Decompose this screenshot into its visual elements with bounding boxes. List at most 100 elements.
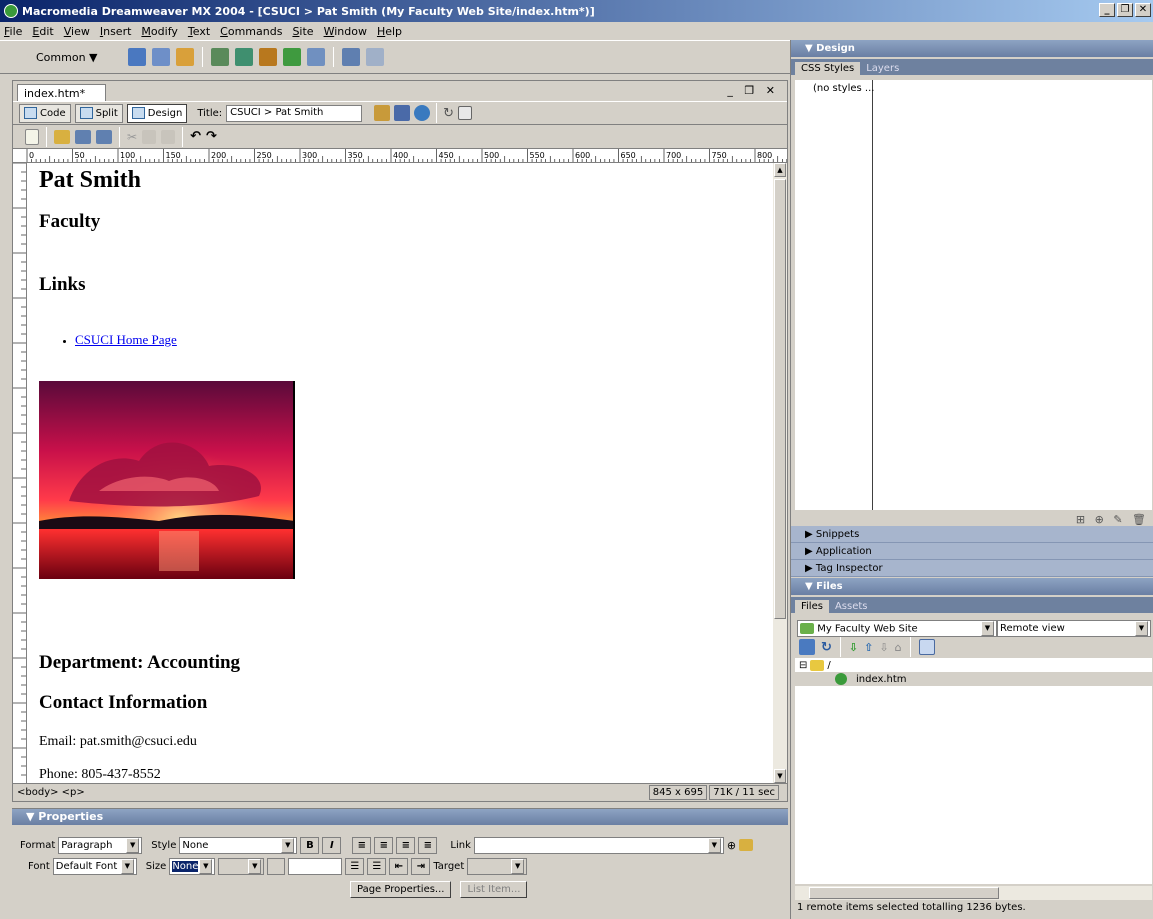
menu-site[interactable]: Site	[292, 25, 313, 38]
save-all-icon[interactable]	[96, 129, 112, 144]
align-right-button[interactable]: ≡	[396, 836, 416, 854]
menu-commands[interactable]: Commands	[220, 25, 282, 38]
preview-in-browser-icon[interactable]	[414, 105, 431, 121]
size-unit-select[interactable]: ▼	[218, 857, 265, 875]
menu-edit[interactable]: Edit	[32, 25, 53, 38]
text-color-button[interactable]	[267, 857, 286, 875]
tab-layers[interactable]: Layers	[860, 62, 905, 75]
close-button[interactable]: ✕	[1135, 3, 1151, 17]
file-tree[interactable]: ⊟ / index.htm	[795, 658, 1152, 884]
connect-icon[interactable]	[799, 639, 815, 655]
page-properties-button[interactable]: Page Properties...	[350, 880, 452, 898]
tab-css-styles[interactable]: CSS Styles	[795, 62, 861, 75]
canvas-vertical-scrollbar[interactable]: ▲ ▼	[773, 163, 787, 783]
indent-button[interactable]: ⇥	[411, 857, 431, 875]
document-tab[interactable]: index.htm*	[17, 84, 107, 101]
open-folder-icon[interactable]	[54, 129, 70, 144]
tab-assets[interactable]: Assets	[829, 600, 874, 613]
date-icon[interactable]	[306, 48, 325, 66]
scroll-down-arrow[interactable]: ▼	[774, 769, 786, 783]
tree-root-row[interactable]: ⊟ /	[795, 658, 1152, 672]
menu-modify[interactable]: Modify	[141, 25, 177, 38]
files-panel-header[interactable]: ▼ Files	[791, 578, 1153, 595]
named-anchor-icon[interactable]	[175, 48, 194, 66]
media-icon[interactable]	[282, 48, 301, 66]
images-icon[interactable]	[258, 48, 277, 66]
menu-window[interactable]: Window	[324, 25, 367, 38]
redo-icon[interactable]: ↷	[206, 129, 217, 144]
design-panel-header[interactable]: ▼ Design	[791, 40, 1153, 57]
code-view-button[interactable]: Code	[19, 103, 71, 123]
list-item-button[interactable]: List Item...	[460, 880, 528, 898]
tag-chooser-icon[interactable]	[365, 48, 384, 66]
design-canvas[interactable]: Pat Smith Faculty Links CSUCI Home Page	[27, 163, 773, 783]
italic-button[interactable]: I	[322, 836, 342, 854]
check-in-icon[interactable]: ⌂	[895, 641, 902, 654]
file-management-icon[interactable]	[394, 105, 411, 121]
css-panel-icons[interactable]: ⊞ ⊕ ✎ 🗑	[1076, 513, 1149, 526]
application-panel-header[interactable]: ▶ Application	[791, 543, 1153, 560]
links-heading[interactable]: Links	[39, 274, 85, 296]
menu-file[interactable]: File	[4, 25, 22, 38]
text-color-input[interactable]	[288, 857, 343, 875]
scroll-up-arrow[interactable]: ▲	[774, 163, 786, 177]
csuci-home-link[interactable]: CSUCI Home Page	[75, 332, 177, 347]
split-view-button[interactable]: Split	[74, 103, 123, 123]
phone-text[interactable]: Phone: 805-437-8552	[39, 767, 161, 783]
view-options-icon[interactable]	[458, 106, 473, 120]
link-input[interactable]: ▼	[473, 836, 724, 854]
snippets-panel-header[interactable]: ▶ Snippets	[791, 526, 1153, 543]
sunset-photo[interactable]	[39, 381, 295, 579]
files-horizontal-scrollbar[interactable]	[795, 886, 1152, 900]
target-select[interactable]: ▼	[467, 857, 528, 875]
scroll-thumb[interactable]	[774, 179, 786, 619]
minimize-button[interactable]: _	[1099, 3, 1115, 17]
align-center-button[interactable]: ≡	[374, 836, 394, 854]
table-icon[interactable]	[210, 48, 229, 66]
put-files-icon[interactable]: ⇧	[864, 641, 873, 654]
css-styles-area[interactable]: (no styles ...	[795, 80, 1152, 510]
page-heading-name[interactable]: Pat Smith	[39, 167, 141, 194]
style-select[interactable]: None ▼	[179, 836, 298, 854]
email-text[interactable]: Email: pat.smith@csuci.edu	[39, 734, 197, 750]
ordered-list-button[interactable]: ☰	[367, 857, 387, 875]
new-document-icon[interactable]	[25, 128, 39, 145]
refresh-files-icon[interactable]: ↻	[821, 640, 832, 655]
document-title-input[interactable]: CSUCI > Pat Smith	[226, 104, 363, 122]
format-select[interactable]: Paragraph ▼	[58, 836, 143, 854]
window-size-dropdown[interactable]: 845 x 695	[648, 785, 708, 800]
paste-icon[interactable]	[161, 129, 176, 144]
no-browser-check-errors-icon[interactable]	[374, 105, 391, 121]
copy-icon[interactable]	[142, 129, 157, 144]
design-view-button[interactable]: Design	[126, 103, 188, 123]
refresh-icon[interactable]: ↻	[443, 106, 454, 121]
document-window-controls[interactable]: _ ❐ ✕	[727, 84, 779, 97]
save-icon[interactable]	[75, 129, 91, 144]
bold-button[interactable]: B	[300, 836, 320, 854]
hyperlink-icon[interactable]	[127, 48, 146, 66]
cut-icon[interactable]: ✂	[127, 130, 137, 144]
properties-header[interactable]: ▼ Properties	[12, 809, 788, 825]
tag-inspector-panel-header[interactable]: ▶ Tag Inspector	[791, 560, 1153, 577]
point-to-file-icon[interactable]: ⊕	[727, 839, 736, 852]
tree-file-row[interactable]: index.htm	[795, 672, 1152, 686]
menu-help[interactable]: Help	[377, 25, 402, 38]
restore-button[interactable]: ❐	[1117, 3, 1133, 17]
tab-files[interactable]: Files	[795, 600, 829, 613]
outdent-button[interactable]: ⇤	[389, 857, 409, 875]
browse-folder-icon[interactable]	[739, 839, 754, 851]
department-heading[interactable]: Department: Accounting	[39, 652, 240, 674]
layout-icon[interactable]	[234, 48, 253, 66]
site-select[interactable]: My Faculty Web Site ▼	[797, 620, 997, 637]
templates-icon[interactable]	[341, 48, 360, 66]
get-files-icon[interactable]: ⇩	[849, 641, 858, 654]
scroll-thumb[interactable]	[809, 887, 999, 899]
undo-icon[interactable]: ↶	[190, 129, 201, 144]
page-heading-role[interactable]: Faculty	[39, 211, 100, 233]
insert-category-dropdown[interactable]: Common ▼	[36, 51, 98, 64]
expand-panel-icon[interactable]	[918, 639, 935, 655]
justify-button[interactable]: ≡	[418, 836, 438, 854]
collapse-icon[interactable]: ⊟	[799, 660, 807, 671]
menu-view[interactable]: View	[64, 25, 90, 38]
menu-insert[interactable]: Insert	[100, 25, 132, 38]
